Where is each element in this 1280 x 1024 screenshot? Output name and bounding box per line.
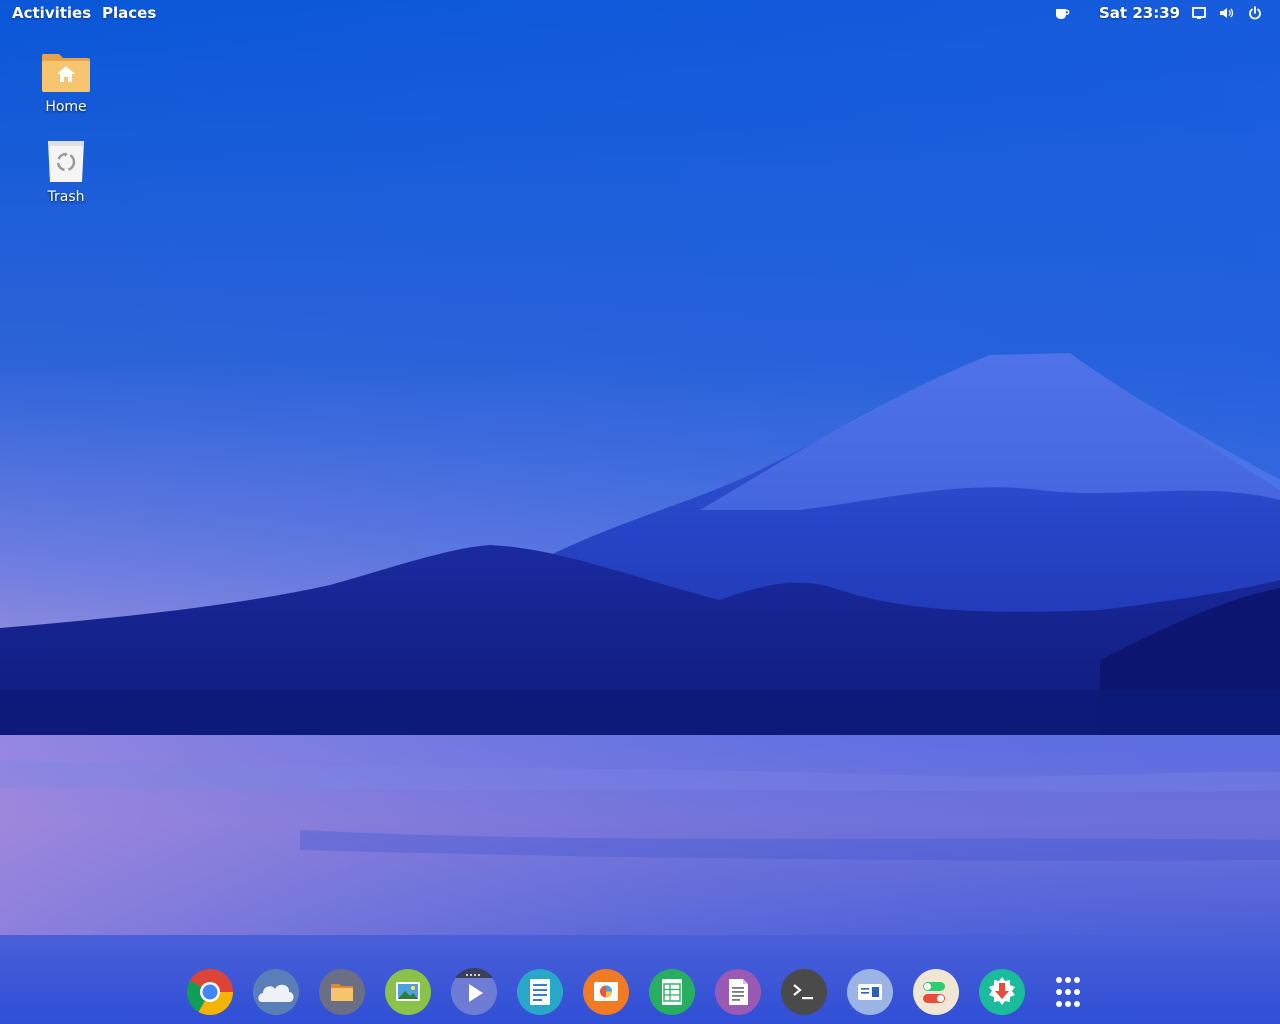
image-viewer-icon[interactable]	[384, 968, 432, 1016]
chrome-icon[interactable]	[186, 968, 234, 1016]
desktop-wallpaper	[0, 0, 1280, 1024]
power-icon[interactable]	[1247, 5, 1263, 21]
files-icon[interactable]	[318, 968, 366, 1016]
terminal-icon[interactable]	[780, 968, 828, 1016]
text-editor-icon[interactable]	[516, 968, 564, 1016]
activities-button[interactable]: Activities	[12, 3, 91, 23]
trash-label: Trash	[47, 189, 85, 205]
toggles-icon[interactable]	[912, 968, 960, 1016]
clock[interactable]: Sat 23:39	[1099, 3, 1180, 23]
document-icon[interactable]	[714, 968, 762, 1016]
desktop-icon-home[interactable]: Home	[21, 48, 111, 116]
screen-icon[interactable]	[1191, 5, 1207, 21]
trash-bin-icon	[48, 141, 84, 182]
app-grid-icon[interactable]	[1044, 968, 1092, 1016]
desktop-icon-trash[interactable]: Trash	[21, 138, 111, 206]
top-bar: Activities Places Sat 23:39	[0, 0, 1280, 26]
home-label: Home	[45, 99, 87, 115]
dock	[186, 968, 1096, 1016]
settings-panel-icon[interactable]	[846, 968, 894, 1016]
cloud-icon[interactable]	[252, 968, 300, 1016]
home-folder-icon	[42, 54, 90, 92]
coffee-cup-icon[interactable]	[1054, 5, 1070, 21]
places-menu[interactable]: Places	[102, 3, 156, 23]
video-player-icon[interactable]	[450, 968, 498, 1016]
software-download-icon[interactable]	[978, 968, 1026, 1016]
spreadsheet-icon[interactable]	[648, 968, 696, 1016]
presentation-icon[interactable]	[582, 968, 630, 1016]
volume-icon[interactable]	[1218, 5, 1234, 21]
